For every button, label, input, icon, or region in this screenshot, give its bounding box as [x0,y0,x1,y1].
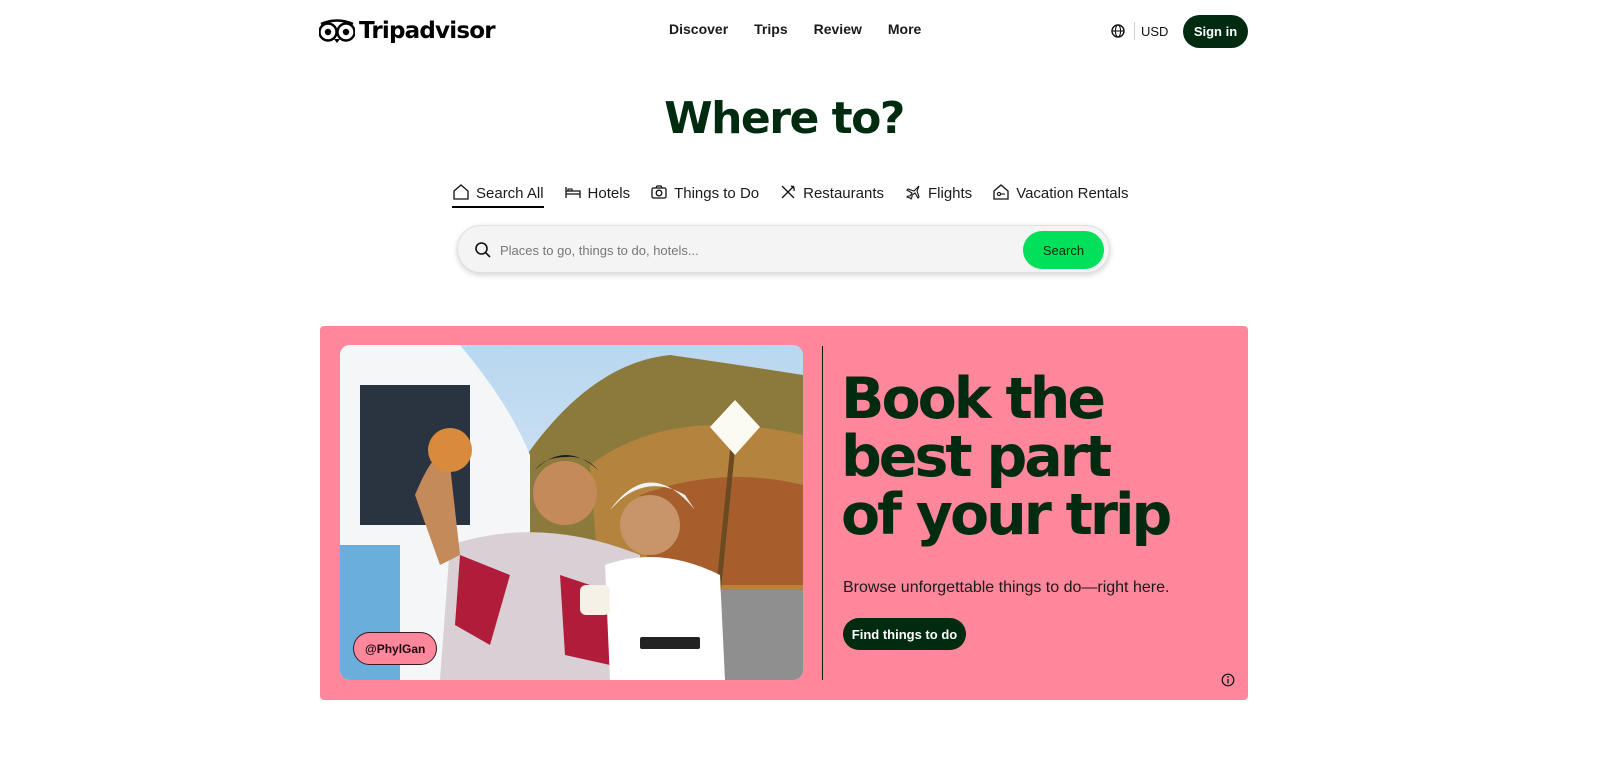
logo-text: Tripadvisor [359,18,496,44]
page-title: Where to? [664,93,905,144]
tab-things-to-do[interactable]: Things to Do [650,180,759,207]
tab-label: Restaurants [803,185,884,202]
tab-flights[interactable]: Flights [904,180,972,207]
tab-label: Vacation Rentals [1016,185,1129,202]
currency-selector[interactable]: USD [1141,24,1168,39]
search-button[interactable]: Search [1023,231,1104,269]
tab-label: Flights [928,185,973,202]
nav-more[interactable]: More [888,21,921,37]
globe-icon[interactable] [1110,23,1126,39]
promo-divider [822,346,823,680]
home-icon [452,183,470,205]
search-bar: Search [457,225,1110,273]
nav-review[interactable]: Review [814,21,862,37]
bed-icon [564,183,582,205]
search-input[interactable] [498,238,1018,262]
promo-subtitle: Browse unforgettable things to do—right … [843,579,1170,596]
headline-line: best part [841,424,1112,490]
sign-in-button[interactable]: Sign in [1183,15,1248,48]
tab-search-all[interactable]: Search All [452,180,544,208]
promo-banner: @PhylGan Book the best part of your trip… [320,326,1248,700]
header-divider [1134,22,1135,40]
headline-line: of your trip [841,482,1172,548]
search-category-tabs: Search All Hotels Things to Do Restauran… [452,180,1128,208]
nav-discover[interactable]: Discover [669,21,728,37]
tripadvisor-logo[interactable]: Tripadvisor [319,15,496,47]
info-icon[interactable] [1221,673,1235,687]
tab-label: Search All [476,185,544,202]
camera-icon [650,183,668,205]
promo-photo: @PhylGan [340,345,803,680]
headline-line: Book the [841,366,1106,432]
photo-credit-badge[interactable]: @PhylGan [353,632,438,665]
house-key-icon [992,183,1010,205]
owl-logo-icon [319,19,355,43]
tab-vacation-rentals[interactable]: Vacation Rentals [992,180,1128,207]
tab-hotels[interactable]: Hotels [564,180,631,207]
find-things-to-do-button[interactable]: Find things to do [843,618,966,650]
tab-label: Things to Do [674,185,760,202]
main-nav: Discover Trips Review More [669,21,921,37]
promo-headline: Book the best part of your trip [841,370,1221,544]
tab-restaurants[interactable]: Restaurants [779,180,884,207]
tab-label: Hotels [587,185,631,202]
utensils-icon [779,183,797,205]
nav-trips[interactable]: Trips [754,21,787,37]
search-icon [474,241,492,259]
plane-icon [904,183,922,205]
